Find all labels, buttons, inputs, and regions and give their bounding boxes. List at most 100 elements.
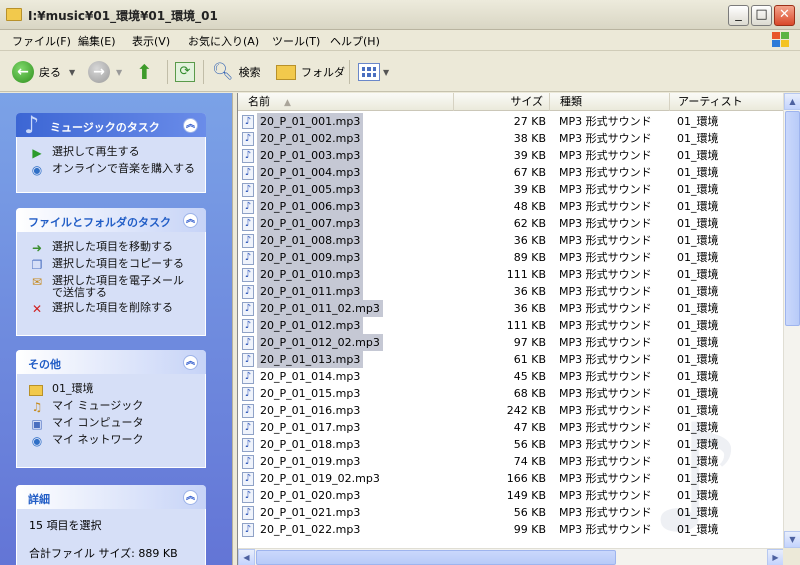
scroll-left-button[interactable]: ◀ xyxy=(238,549,255,565)
search-button[interactable]: 🔍︎ 検索 xyxy=(212,58,261,86)
file-size: 166 KB xyxy=(506,472,546,485)
place-my-music[interactable]: ♫ マイ ミュージック xyxy=(29,400,195,415)
sort-ascending-icon: ▲ xyxy=(284,98,291,108)
file-name-cell: ♪ 20_P_01_022.mp3 xyxy=(242,521,363,538)
file-type: MP3 形式サウンド xyxy=(559,455,652,468)
file-type: MP3 形式サウンド xyxy=(559,404,652,417)
file-type: MP3 形式サウンド xyxy=(559,387,652,400)
minimize-button[interactable]: _ xyxy=(728,5,749,26)
file-row[interactable]: ♪ 20_P_01_018.mp3 56 KB MP3 形式サウンド 01_環境 xyxy=(238,436,784,453)
views-button[interactable]: ▼ xyxy=(358,58,389,86)
network-icon: ◉ xyxy=(31,434,43,448)
menu-favorites[interactable]: お気に入り(A) xyxy=(188,33,259,49)
task-shop-music-online[interactable]: ◉ オンラインで音楽を購入する xyxy=(29,163,195,178)
task-play-selection[interactable]: ▶ 選択して再生する xyxy=(29,146,195,161)
menu-help[interactable]: ヘルプ(H) xyxy=(330,33,380,49)
place-my-network[interactable]: ◉ マイ ネットワーク xyxy=(29,434,195,449)
file-row[interactable]: ♪ 20_P_01_008.mp3 36 KB MP3 形式サウンド 01_環境 xyxy=(238,232,784,249)
menu-edit[interactable]: 編集(E) xyxy=(78,33,116,49)
file-type: MP3 形式サウンド xyxy=(559,183,652,196)
file-row[interactable]: ♪ 20_P_01_021.mp3 56 KB MP3 形式サウンド 01_環境 xyxy=(238,504,784,521)
maximize-button[interactable]: □ xyxy=(751,5,772,26)
scroll-up-button[interactable]: ▲ xyxy=(784,93,800,110)
horizontal-scrollbar[interactable]: ◀ ▶ xyxy=(238,548,784,565)
forward-button[interactable]: → ▼ xyxy=(88,58,122,86)
file-name: 20_P_01_007.mp3 xyxy=(257,215,364,232)
file-row[interactable]: ♪ 20_P_01_003.mp3 39 KB MP3 形式サウンド 01_環境 xyxy=(238,147,784,164)
file-name: 20_P_01_004.mp3 xyxy=(257,164,364,181)
place-my-computer[interactable]: ▣ マイ コンピュータ xyxy=(29,417,195,432)
file-size: 111 KB xyxy=(506,268,546,281)
menu-view[interactable]: 表示(V) xyxy=(132,33,170,49)
file-rows: ♪ 20_P_01_001.mp3 27 KB MP3 形式サウンド 01_環境 ♪ 20_… xyxy=(238,113,784,538)
vertical-scroll-thumb[interactable] xyxy=(785,111,800,326)
task-delete-selection[interactable]: ✕ 選択した項目を削除する xyxy=(29,302,195,317)
file-row[interactable]: ♪ 20_P_01_019.mp3 74 KB MP3 形式サウンド 01_環境 xyxy=(238,453,784,470)
close-button[interactable]: ✕ xyxy=(774,5,795,26)
file-type: MP3 形式サウンド xyxy=(559,302,652,315)
task-email-selection[interactable]: ✉ 選択した項目を電子メール で送信する xyxy=(29,275,195,299)
horizontal-scroll-thumb[interactable] xyxy=(256,550,616,565)
file-row[interactable]: ♪ 20_P_01_019_02.mp3 166 KB MP3 形式サウンド 01_環境 xyxy=(238,470,784,487)
details-header[interactable]: 詳細 ︽ xyxy=(16,485,206,509)
music-tasks-header[interactable]: ♪ ミュージックのタスク ︽ xyxy=(16,113,206,139)
file-row[interactable]: ♪ 20_P_01_022.mp3 99 KB MP3 形式サウンド 01_環境 xyxy=(238,521,784,538)
other-places-header[interactable]: その他 ︽ xyxy=(16,350,206,374)
file-row[interactable]: ♪ 20_P_01_007.mp3 62 KB MP3 形式サウンド 01_環境 xyxy=(238,215,784,232)
collapse-icon[interactable]: ︽ xyxy=(183,355,198,370)
file-row[interactable]: ♪ 20_P_01_006.mp3 48 KB MP3 形式サウンド 01_環境 xyxy=(238,198,784,215)
file-folder-tasks-header[interactable]: ファイルとフォルダのタスク ︽ xyxy=(16,208,206,232)
file-row[interactable]: ♪ 20_P_01_005.mp3 39 KB MP3 形式サウンド 01_環境 xyxy=(238,181,784,198)
refresh-icon: ⟳ xyxy=(175,62,195,82)
sync-button[interactable]: ⟳ xyxy=(175,58,195,86)
collapse-icon[interactable]: ︽ xyxy=(183,213,198,228)
place-parent-folder[interactable]: 01_環境 xyxy=(29,383,195,397)
collapse-icon[interactable]: ︽ xyxy=(183,118,198,133)
title-bar[interactable]: I:¥music¥01_環境¥01_環境_01 _ □ ✕ xyxy=(0,0,800,30)
music-note-icon: ♪ xyxy=(242,386,254,401)
file-row[interactable]: ♪ 20_P_01_004.mp3 67 KB MP3 形式サウンド 01_環境 xyxy=(238,164,784,181)
column-artist[interactable]: アーティスト xyxy=(670,93,784,111)
file-size: 74 KB xyxy=(513,455,546,468)
scroll-down-button[interactable]: ▼ xyxy=(784,531,800,548)
file-row[interactable]: ♪ 20_P_01_013.mp3 61 KB MP3 形式サウンド 01_環境 xyxy=(238,351,784,368)
music-note-icon: ♪ xyxy=(242,352,254,367)
file-row[interactable]: ♪ 20_P_01_015.mp3 68 KB MP3 形式サウンド 01_環境 xyxy=(238,385,784,402)
column-type[interactable]: 種類 xyxy=(550,93,670,111)
folders-button[interactable]: フォルダ xyxy=(276,58,345,86)
task-copy-selection[interactable]: ❐ 選択した項目をコピーする xyxy=(29,258,195,273)
music-note-icon: ♪ xyxy=(242,522,254,537)
task-move-selection[interactable]: ➜ 選択した項目を移動する xyxy=(29,241,195,256)
file-type: MP3 形式サウンド xyxy=(559,217,652,230)
music-note-icon: ♪ xyxy=(242,199,254,214)
file-row[interactable]: ♪ 20_P_01_009.mp3 89 KB MP3 形式サウンド 01_環境 xyxy=(238,249,784,266)
selection-count: 15 項目を選択 xyxy=(29,519,102,532)
file-row[interactable]: ♪ 20_P_01_011.mp3 36 KB MP3 形式サウンド 01_環境 xyxy=(238,283,784,300)
collapse-icon[interactable]: ︽ xyxy=(183,490,198,505)
file-row[interactable]: ♪ 20_P_01_020.mp3 149 KB MP3 形式サウンド 01_環境 xyxy=(238,487,784,504)
file-artist: 01_環境 xyxy=(677,115,719,128)
file-row[interactable]: ♪ 20_P_01_016.mp3 242 KB MP3 形式サウンド 01_環境 xyxy=(238,402,784,419)
file-row[interactable]: ♪ 20_P_01_017.mp3 47 KB MP3 形式サウンド 01_環境 xyxy=(238,419,784,436)
file-row[interactable]: ♪ 20_P_01_012_02.mp3 97 KB MP3 形式サウンド 01_環境 xyxy=(238,334,784,351)
other-places-panel: その他 ︽ 01_環境 ♫ マイ ミュージック ▣ マイ コンピュータ ◉ マイ… xyxy=(16,350,206,468)
file-row[interactable]: ♪ 20_P_01_010.mp3 111 KB MP3 形式サウンド 01_環境 xyxy=(238,266,784,283)
pane-splitter[interactable] xyxy=(232,93,236,565)
column-size[interactable]: サイズ xyxy=(454,93,550,111)
file-row[interactable]: ♪ 20_P_01_002.mp3 38 KB MP3 形式サウンド 01_環境 xyxy=(238,130,784,147)
vertical-scrollbar[interactable]: ▲ ▼ xyxy=(783,93,800,548)
file-row[interactable]: ♪ 20_P_01_011_02.mp3 36 KB MP3 形式サウンド 01_環境 xyxy=(238,300,784,317)
column-name[interactable]: 名前 ▲ xyxy=(238,93,454,111)
scroll-right-button[interactable]: ▶ xyxy=(767,549,784,565)
file-row[interactable]: ♪ 20_P_01_001.mp3 27 KB MP3 形式サウンド 01_環境 xyxy=(238,113,784,130)
back-button[interactable]: ← 戻る ▼ xyxy=(12,58,75,86)
file-size: 242 KB xyxy=(506,404,546,417)
file-artist: 01_環境 xyxy=(677,268,719,281)
file-row[interactable]: ♪ 20_P_01_012.mp3 111 KB MP3 形式サウンド 01_環境 xyxy=(238,317,784,334)
up-folder-button[interactable]: ⬆ xyxy=(136,58,153,86)
menu-file[interactable]: ファイル(F) xyxy=(12,33,71,49)
file-artist: 01_環境 xyxy=(677,234,719,247)
menu-tools[interactable]: ツール(T) xyxy=(272,33,320,49)
file-row[interactable]: ♪ 20_P_01_014.mp3 45 KB MP3 形式サウンド 01_環境 xyxy=(238,368,784,385)
file-artist: 01_環境 xyxy=(677,489,719,502)
